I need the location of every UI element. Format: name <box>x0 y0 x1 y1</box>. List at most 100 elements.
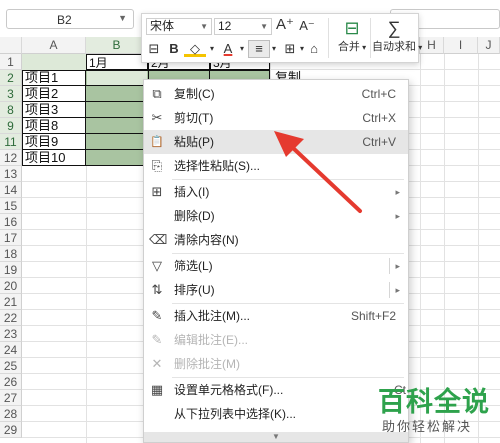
eraser-icon: ⌫ <box>149 232 168 247</box>
column-header-j[interactable]: J <box>478 37 500 54</box>
menu-item-sort[interactable]: ⇅ 排序(U) ▸ <box>144 278 408 302</box>
chevron-down-icon[interactable]: ▼ <box>200 19 208 34</box>
menu-item-label: 选择性粘贴(S)... <box>174 159 260 173</box>
submenu-separator <box>389 282 390 298</box>
font-size-select[interactable]: 12 ▼ <box>214 18 272 35</box>
menu-item-label: 复制(C) <box>174 87 215 101</box>
menu-item-label: 插入(I) <box>174 185 210 199</box>
row-header[interactable]: 13 <box>0 166 22 182</box>
row-header[interactable]: 29 <box>0 422 22 438</box>
cell-a3[interactable]: 项目2 <box>22 86 58 102</box>
font-color-icon[interactable]: A <box>220 41 236 57</box>
cell-a4[interactable]: 项目3 <box>22 102 58 118</box>
row-header[interactable]: 20 <box>0 278 22 294</box>
copy-icon: ⧉ <box>152 86 162 101</box>
row-header[interactable]: 16 <box>0 214 22 230</box>
delete-comment-icon: ✕ <box>151 356 163 371</box>
row-header[interactable]: 27 <box>0 390 22 406</box>
cell-a6[interactable]: 项目9 <box>22 134 58 150</box>
menu-item-clear-contents[interactable]: ⌫ 清除内容(N) <box>144 228 408 252</box>
row-header[interactable]: 25 <box>0 358 22 374</box>
cell-b1[interactable]: 1月 <box>86 54 148 70</box>
scissors-icon: ✂ <box>151 110 163 125</box>
submenu-separator <box>389 258 390 274</box>
row-header[interactable]: 9 <box>0 118 22 134</box>
column-header-b[interactable]: B <box>86 37 148 54</box>
menu-item-label: 从下拉列表中选择(K)... <box>174 407 296 421</box>
menu-item-copy[interactable]: ⧉ 复制(C) Ctrl+C <box>144 82 408 106</box>
font-size-value: 12 <box>218 19 232 33</box>
row-header[interactable]: 24 <box>0 342 22 358</box>
menu-item-insert-comment[interactable]: ✎ 插入批注(M)... Shift+F2 <box>144 304 408 328</box>
row-header[interactable]: 26 <box>0 374 22 390</box>
chevron-down-icon[interactable]: ▾ <box>298 41 306 57</box>
row-header[interactable]: 17 <box>0 230 22 246</box>
chevron-right-icon[interactable]: ▸ <box>395 278 400 302</box>
row-header[interactable]: 8 <box>0 102 22 118</box>
row-header[interactable]: 1 <box>0 54 22 70</box>
row-header[interactable]: 11 <box>0 134 22 150</box>
edit-comment-icon: ✎ <box>151 332 163 347</box>
fill-color-icon[interactable]: ◇ <box>184 41 206 57</box>
chevron-right-icon: ▸ <box>395 187 400 197</box>
row-header[interactable]: 2 <box>0 70 22 86</box>
row-header[interactable]: 12 <box>0 150 22 166</box>
menu-item-filter[interactable]: ▽ 筛选(L) ▸ <box>144 254 408 278</box>
row-header[interactable]: 15 <box>0 198 22 214</box>
column-header-a[interactable]: A <box>22 37 86 54</box>
name-box[interactable]: B2 ▼ <box>6 9 134 29</box>
borders-icon[interactable]: ⊞ <box>282 41 298 57</box>
increase-font-icon[interactable]: A⁺ <box>276 17 294 33</box>
paste-special-icon: ⎘ <box>151 158 163 173</box>
watermark-subtitle: 助你轻松解决 <box>382 419 473 434</box>
merge-button[interactable]: ⊟ 合并 ▾ <box>330 16 374 60</box>
cell-a7[interactable]: 项目10 <box>22 150 65 166</box>
row-header[interactable]: 21 <box>0 294 22 310</box>
font-family-select[interactable]: 宋体 ▼ <box>146 18 212 35</box>
row-header[interactable]: 23 <box>0 326 22 342</box>
merge-label: 合并 <box>337 41 360 53</box>
watermark-logo: 百科全说 助你轻松解决 <box>368 374 500 443</box>
autosum-button[interactable]: ∑ 自动求和 ▾ <box>372 16 422 60</box>
cell-a5[interactable]: 项目8 <box>22 118 58 134</box>
column-header-i[interactable]: I <box>444 37 478 54</box>
insert-comment-icon: ✎ <box>151 308 163 323</box>
filter-icon: ▽ <box>152 258 162 273</box>
sort-icon: ⇅ <box>151 282 163 297</box>
decrease-font-icon[interactable]: A⁻ <box>298 18 316 34</box>
row-header[interactable]: 28 <box>0 406 22 422</box>
row-header[interactable]: 22 <box>0 310 22 326</box>
format-painter-icon[interactable]: ⊟ <box>146 41 162 57</box>
chevron-right-icon[interactable]: ▸ <box>395 254 400 278</box>
sigma-icon: ∑ <box>387 18 401 38</box>
menu-item-label: 删除(D) <box>174 209 215 223</box>
select-all-corner[interactable] <box>0 37 22 54</box>
row-header[interactable]: 3 <box>0 86 22 102</box>
menu-item-label: 筛选(L) <box>174 259 213 273</box>
column-header-h[interactable]: H <box>420 37 444 54</box>
watermark-title: 百科全说 <box>378 387 490 418</box>
row-header[interactable]: 18 <box>0 246 22 262</box>
clear-format-icon[interactable]: ⌂ <box>306 41 322 57</box>
menu-item-label: 删除批注(M) <box>174 357 240 371</box>
chevron-down-icon[interactable]: ▾ <box>208 41 216 57</box>
row-header[interactable]: 14 <box>0 182 22 198</box>
row-header[interactable]: 19 <box>0 262 22 278</box>
merge-icon: ⊟ <box>344 18 360 38</box>
chevron-down-icon[interactable]: ▾ <box>270 41 278 57</box>
menu-item-label: 插入批注(M)... <box>174 309 250 323</box>
chevron-down-icon[interactable]: ▼ <box>118 13 127 23</box>
cell-a2[interactable]: 项目1 <box>22 70 58 86</box>
menu-item-label: 清除内容(N) <box>174 233 239 247</box>
menu-item-label: 编辑批注(E)... <box>174 333 248 347</box>
insert-icon: ⊞ <box>151 184 163 199</box>
menu-item-label: 排序(U) <box>174 283 215 297</box>
chevron-down-icon[interactable]: ▾ <box>238 41 246 57</box>
toolbar-separator <box>370 18 371 58</box>
menu-item-label: 剪切(T) <box>174 111 214 125</box>
chevron-down-icon[interactable]: ▼ <box>260 19 268 34</box>
bold-button[interactable]: B <box>166 41 182 57</box>
menu-item-label: 设置单元格格式(F)... <box>174 383 284 397</box>
paste-icon: 📋 <box>150 136 164 148</box>
align-icon[interactable]: ≡ <box>248 40 270 58</box>
